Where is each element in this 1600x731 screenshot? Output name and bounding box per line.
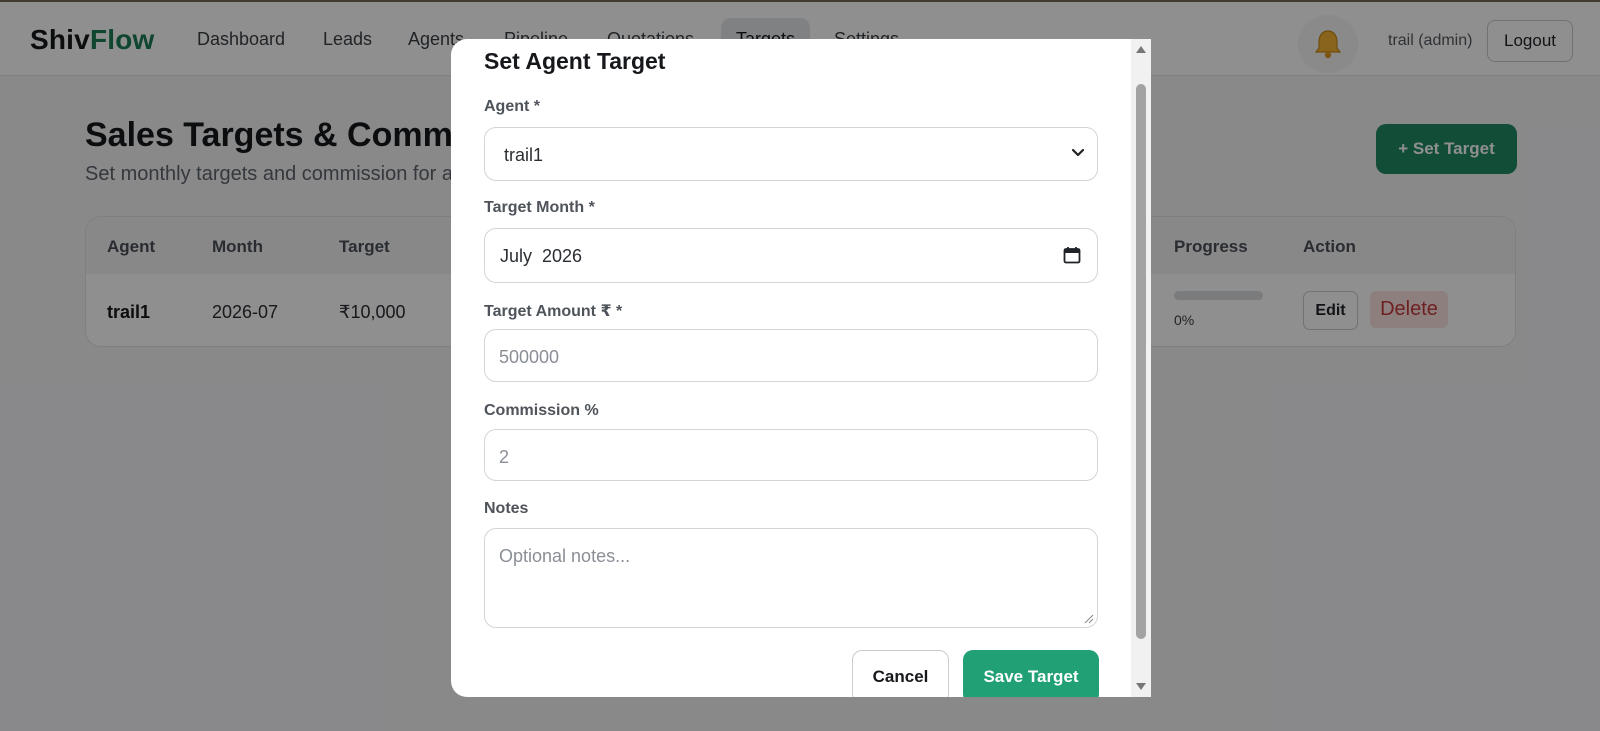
agent-label: Agent *: [484, 98, 540, 115]
modal-scrollbar[interactable]: [1131, 39, 1151, 697]
target-month-input[interactable]: July 2026: [484, 228, 1098, 283]
target-month-value: July 2026: [500, 246, 583, 266]
commission-input[interactable]: 2: [484, 429, 1098, 481]
agent-select-value: trail1: [504, 145, 544, 165]
commission-label: Commission %: [484, 402, 599, 419]
scroll-up-arrow-icon[interactable]: [1135, 44, 1147, 54]
resize-grip-icon[interactable]: [1084, 614, 1094, 624]
notes-textarea[interactable]: Optional notes...: [484, 528, 1098, 628]
target-month-label: Target Month *: [484, 199, 595, 216]
notes-label: Notes: [484, 500, 529, 517]
cancel-button[interactable]: Cancel: [852, 650, 949, 697]
notes-placeholder: Optional notes...: [499, 546, 631, 566]
agent-select[interactable]: trail1: [484, 127, 1098, 181]
target-amount-label: Target Amount ₹ *: [484, 303, 623, 320]
calendar-icon[interactable]: [1063, 246, 1081, 264]
scrollbar-thumb[interactable]: [1136, 84, 1146, 639]
chevron-down-icon: [1071, 148, 1085, 157]
target-amount-input[interactable]: 500000: [484, 329, 1098, 382]
scroll-down-arrow-icon[interactable]: [1135, 682, 1147, 692]
set-target-modal: Set Agent Target Agent * trail1 Target M…: [451, 39, 1151, 697]
commission-placeholder: 2: [499, 447, 510, 467]
save-target-button[interactable]: Save Target: [963, 650, 1099, 697]
target-amount-placeholder: 500000: [499, 347, 560, 367]
modal-title: Set Agent Target: [484, 48, 666, 74]
